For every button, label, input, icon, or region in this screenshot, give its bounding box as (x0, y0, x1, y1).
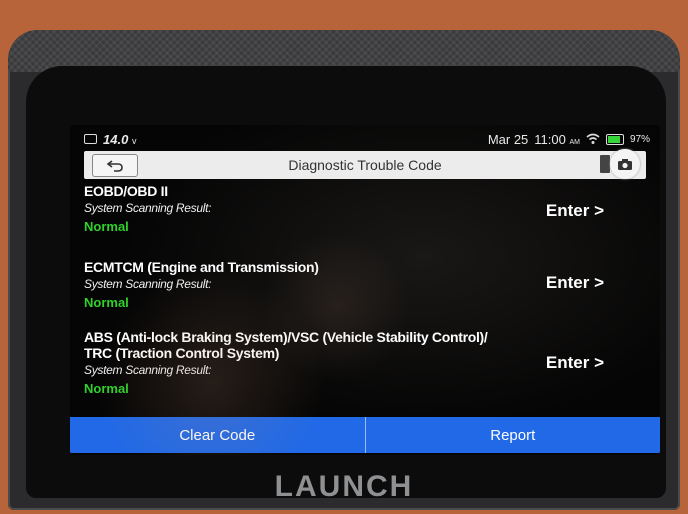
camera-icon (618, 158, 632, 170)
system-list: EOBD/OBD II System Scanning Result: Norm… (84, 183, 646, 409)
enter-button[interactable]: Enter > (546, 273, 604, 293)
system-item-abs[interactable]: ABS (Anti-lock Braking System)/VSC (Vehi… (84, 329, 646, 409)
battery-icon (605, 133, 624, 145)
status-right: Mar 25 11:00 AM 97% (488, 132, 650, 147)
title-bar: Diagnostic Trouble Code (84, 149, 646, 179)
page-title: Diagnostic Trouble Code (288, 157, 442, 173)
back-arrow-icon (106, 159, 123, 172)
camera-icon (84, 134, 97, 144)
back-button[interactable] (92, 154, 138, 177)
report-button[interactable]: Report (366, 417, 661, 453)
status-bar: 14.0 v Mar 25 11:00 AM 97% (84, 129, 650, 149)
enter-button[interactable]: Enter > (546, 353, 604, 373)
action-bar: Clear Code Report (70, 417, 660, 453)
battery-fill (607, 135, 620, 143)
scan-result-value: Normal (84, 295, 129, 310)
system-item-ecmtcm[interactable]: ECMTCM (Engine and Transmission) System … (84, 259, 646, 329)
time-ampm: AM (569, 138, 580, 146)
scan-result-value: Normal (84, 219, 129, 234)
scan-result-value: Normal (84, 381, 129, 396)
wifi-icon (586, 133, 600, 144)
system-name: EOBD/OBD II (84, 183, 168, 199)
status-left: 14.0 v (84, 132, 136, 147)
system-name-line-1: ABS (Anti-lock Braking System)/VSC (Vehi… (84, 329, 488, 345)
status-date: Mar 25 (487, 131, 529, 147)
screenshot-button[interactable] (610, 149, 640, 179)
enter-button[interactable]: Enter > (546, 201, 604, 221)
screen: 14.0 v Mar 25 11:00 AM 97% Diagnostic Tr… (70, 125, 660, 455)
clear-code-button[interactable]: Clear Code (70, 417, 365, 453)
brand-logo: LAUNCH (274, 470, 414, 503)
voltage-reading: 14.0 v (103, 132, 136, 147)
status-time: 11:00 AM (534, 132, 580, 147)
battery-percent: 97% (629, 133, 650, 145)
voltage-unit: v (131, 135, 137, 146)
voltage-value: 14.0 (103, 131, 129, 147)
time-value: 11:00 (534, 131, 566, 147)
toolbar-handle (600, 155, 610, 173)
system-item-eobd[interactable]: EOBD/OBD II System Scanning Result: Norm… (84, 183, 646, 245)
